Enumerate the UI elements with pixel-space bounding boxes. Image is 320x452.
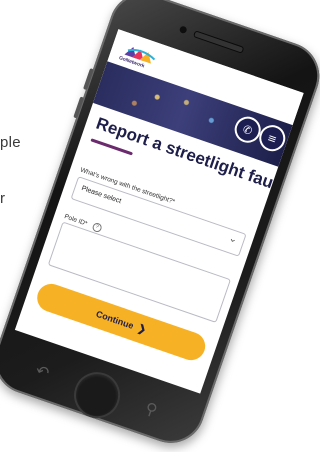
- phone-screen: GoNetwork ✆ ≡ Report a streetlight fault…: [14, 29, 304, 394]
- side-text-line-2: r: [0, 190, 6, 207]
- chevron-right-icon: ❯: [136, 322, 148, 336]
- side-text-line-1: ple: [0, 134, 21, 151]
- menu-icon: ≡: [265, 130, 279, 146]
- phone-mockup: GoNetwork ✆ ≡ Report a streetlight fault…: [0, 0, 320, 452]
- phone-icon: ✆: [241, 122, 255, 138]
- continue-label: Continue: [94, 308, 135, 331]
- chevron-down-icon: ⌄: [227, 232, 239, 246]
- issue-select-value: Please select: [80, 185, 123, 206]
